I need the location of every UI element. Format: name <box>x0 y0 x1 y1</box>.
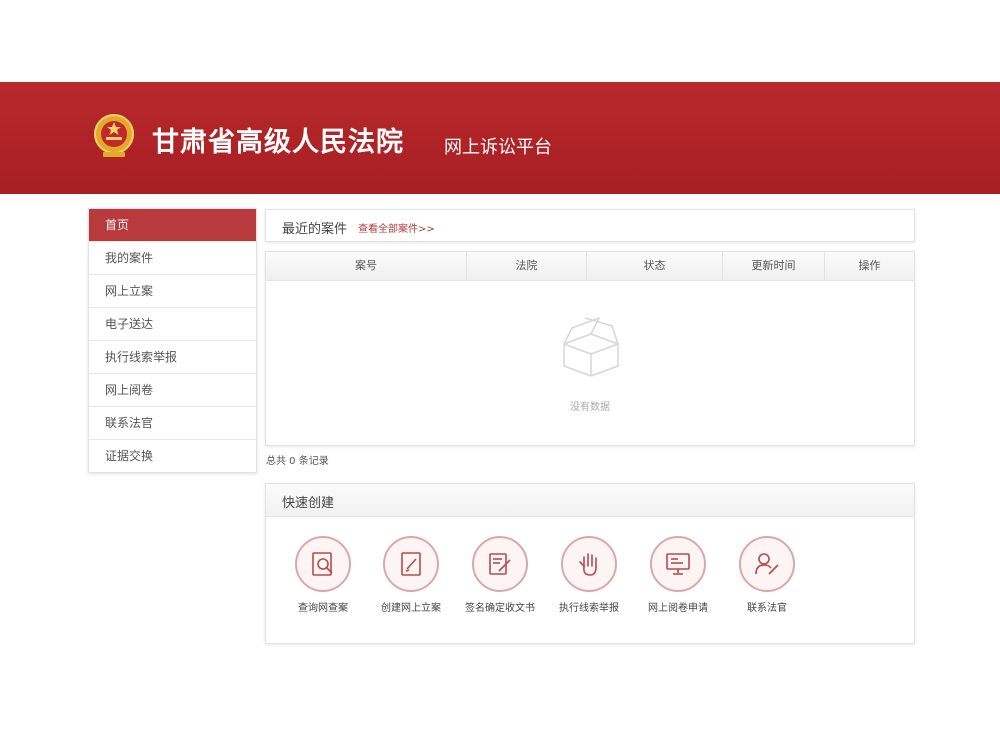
quick-item-label: 签名确定收文书 <box>465 603 535 614</box>
quick-item-label: 创建网上立案 <box>381 603 441 614</box>
quick-execution-report-button[interactable]: 执行线索举报 <box>544 536 634 614</box>
sidebar-item-electronic-service[interactable]: 电子送达 <box>89 308 256 341</box>
quick-file-review-button[interactable]: 网上阅卷申请 <box>633 536 723 614</box>
quick-sign-document-button[interactable]: 签名确定收文书 <box>455 536 545 614</box>
sidebar-item-my-cases[interactable]: 我的案件 <box>89 242 256 275</box>
table-header: 案号 法院 状态 更新时间 操作 <box>266 252 914 281</box>
quick-item-label: 执行线索举报 <box>559 603 619 614</box>
quick-query-case-button[interactable]: 查询网查案 <box>278 536 368 614</box>
search-document-icon <box>312 552 333 576</box>
sidebar-item-contact-judge[interactable]: 联系法官 <box>89 407 256 440</box>
court-emblem-icon <box>94 114 134 157</box>
recent-cases-header: 最近的案件 查看全部案件>> <box>265 209 915 242</box>
column-updated-time[interactable]: 更新时间 <box>723 252 825 280</box>
quick-item-label: 联系法官 <box>747 603 787 614</box>
quick-item-label: 查询网查案 <box>298 603 348 614</box>
total-records: 总共 0 条记录 <box>266 456 329 467</box>
column-status[interactable]: 状态 <box>587 252 723 280</box>
quick-create-header: 快速创建 <box>266 484 914 517</box>
recent-cases-title: 最近的案件 <box>282 222 348 237</box>
view-all-cases-link[interactable]: 查看全部案件>> <box>358 220 435 235</box>
empty-box-icon <box>563 317 619 377</box>
quick-create-panel: 快速创建 查询网查案 创建网上立案 签名确定收文书 执行线索举报 网上阅卷申请 … <box>265 483 915 644</box>
court-name: 甘肃省高级人民法院 <box>152 127 404 158</box>
raised-hand-icon <box>579 553 597 576</box>
empty-state-text: 没有数据 <box>570 402 610 413</box>
monitor-document-icon <box>666 553 690 575</box>
column-actions[interactable]: 操作 <box>825 252 914 280</box>
quick-create-filing-button[interactable]: 创建网上立案 <box>366 536 456 614</box>
platform-name: 网上诉讼平台 <box>444 137 552 158</box>
sidebar-item-online-file-review[interactable]: 网上阅卷 <box>89 374 256 407</box>
sidebar-item-execution-report[interactable]: 执行线索举报 <box>89 341 256 374</box>
sidebar-item-evidence-exchange[interactable]: 证据交换 <box>89 440 256 472</box>
sidebar-item-home[interactable]: 首页 <box>89 209 256 242</box>
quick-create-title: 快速创建 <box>282 496 335 511</box>
sign-document-icon <box>489 553 511 575</box>
recent-cases-table: 案号 法院 状态 更新时间 操作 没有数据 <box>265 251 915 446</box>
quick-contact-judge-button[interactable]: 联系法官 <box>722 536 812 614</box>
edit-document-icon <box>401 552 421 576</box>
sidebar-nav: 首页 我的案件 网上立案 电子送达 执行线索举报 网上阅卷 联系法官 证据交换 <box>88 208 257 473</box>
judge-contact-icon <box>755 553 779 575</box>
sidebar-item-online-filing[interactable]: 网上立案 <box>89 275 256 308</box>
quick-item-label: 网上阅卷申请 <box>648 603 708 614</box>
column-case-number[interactable]: 案号 <box>266 252 467 280</box>
column-court[interactable]: 法院 <box>467 252 587 280</box>
